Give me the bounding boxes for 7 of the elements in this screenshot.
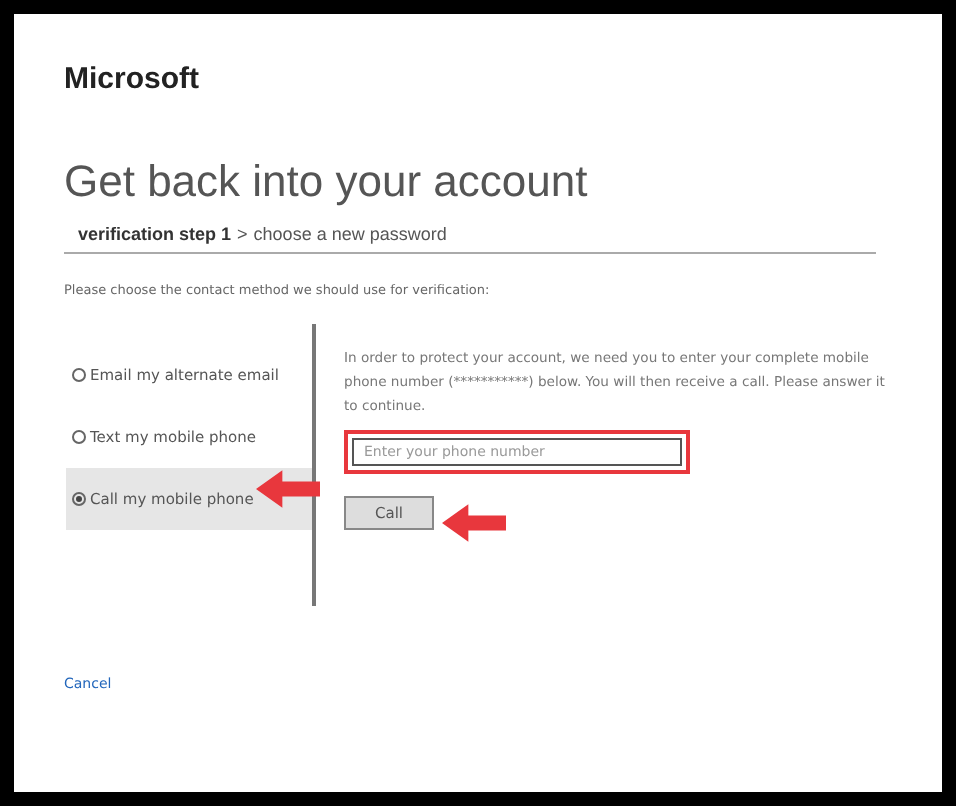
breadcrumb-next: choose a new password	[253, 224, 447, 244]
arrow-icon	[256, 470, 320, 508]
logo-text: Microsoft	[64, 62, 201, 100]
breadcrumb-current: verification step 1	[78, 224, 232, 244]
arrow-icon	[442, 504, 506, 542]
breadcrumb-separator: >	[237, 224, 248, 244]
page-title: Get back into your account	[64, 156, 590, 208]
